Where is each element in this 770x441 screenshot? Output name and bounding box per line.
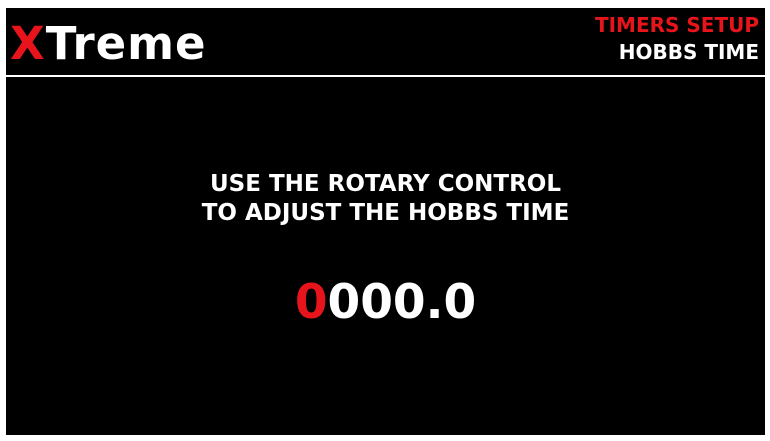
instruction-line-2: TO ADJUST THE HOBBS TIME (201, 200, 570, 226)
page-title: HOBBS TIME (618, 40, 759, 64)
menu-title: TIMERS SETUP (594, 13, 759, 37)
instruction-text: USE THE ROTARY CONTROL TO ADJUST THE HOB… (6, 170, 765, 228)
xtreme-logo: XTreme (10, 16, 207, 72)
brand-suffix: Treme (45, 17, 207, 70)
hobbs-active-digit[interactable]: 0 (295, 275, 328, 330)
screen-title-block: TIMERS SETUP HOBBS TIME (595, 12, 759, 66)
display-screen: XTreme TIMERS SETUP HOBBS TIME USE THE R… (6, 8, 765, 435)
header-divider (6, 75, 765, 77)
hobbs-remaining-digits: 000.0 (327, 275, 477, 330)
brand-prefix: X (10, 17, 46, 70)
instruction-line-1: USE THE ROTARY CONTROL (210, 171, 561, 197)
hobbs-time-value[interactable]: 0000.0 (6, 276, 765, 330)
